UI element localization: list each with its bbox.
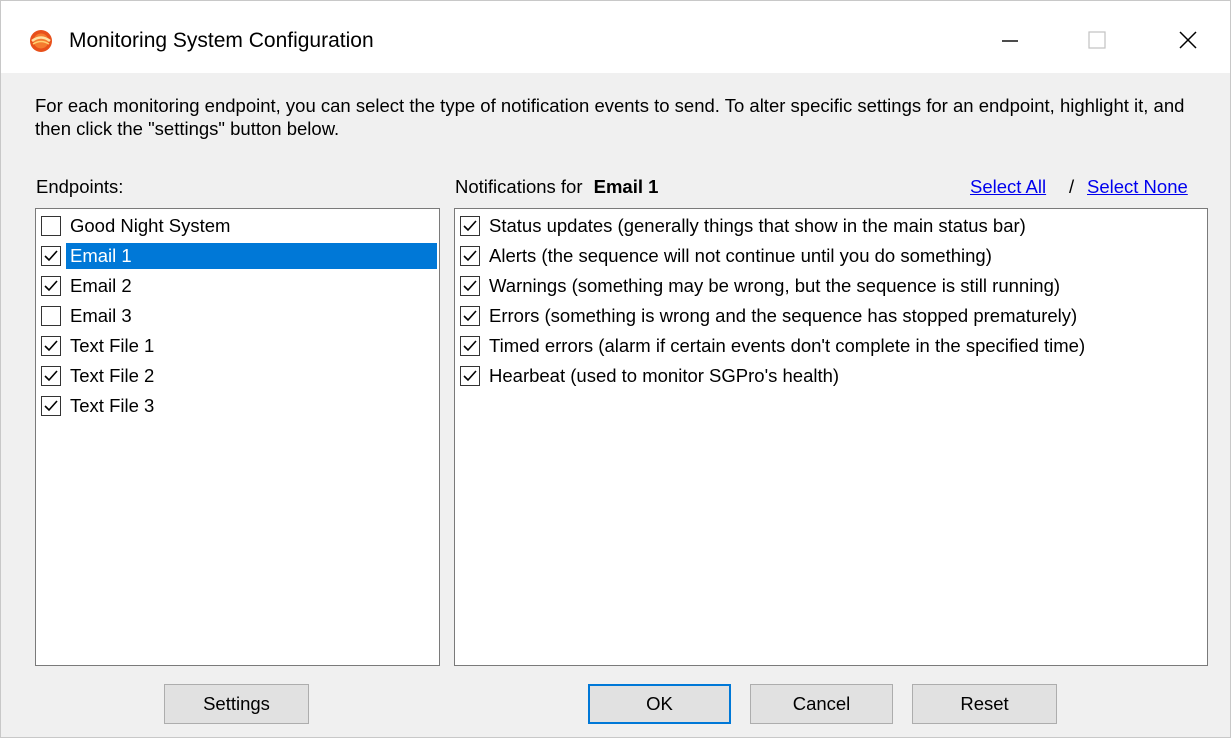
title-bar[interactable]: Monitoring System Configuration xyxy=(1,1,1230,73)
notification-checkbox[interactable] xyxy=(460,246,480,266)
checkmark-icon xyxy=(463,370,477,382)
endpoint-checkbox[interactable] xyxy=(41,246,61,266)
endpoint-label: Text File 3 xyxy=(70,395,155,416)
intro-text: For each monitoring endpoint, you can se… xyxy=(35,95,1185,139)
endpoint-checkbox[interactable] xyxy=(41,306,61,326)
endpoint-item[interactable]: Text File 1 xyxy=(37,331,154,361)
notification-label: Status updates (generally things that sh… xyxy=(489,215,1026,236)
notification-checkbox[interactable] xyxy=(460,306,480,326)
notification-item[interactable]: Hearbeat (used to monitor SGPro's health… xyxy=(456,361,839,391)
endpoint-item[interactable]: Text File 2 xyxy=(37,361,154,391)
notifications-heading: Notifications for Email 1 xyxy=(455,176,658,198)
notification-checkbox[interactable] xyxy=(460,276,480,296)
checkmark-icon xyxy=(44,400,58,412)
endpoints-label: Endpoints: xyxy=(36,176,124,197)
endpoint-item[interactable]: Email 3 xyxy=(37,301,132,331)
minimize-icon xyxy=(1002,40,1018,42)
minimize-button[interactable] xyxy=(987,17,1033,63)
endpoint-item[interactable]: Text File 3 xyxy=(37,391,154,421)
endpoint-checkbox[interactable] xyxy=(41,336,61,356)
endpoint-label: Email 1 xyxy=(66,243,437,269)
notification-label: Hearbeat (used to monitor SGPro's health… xyxy=(489,365,840,386)
notifications-prefix: Notifications for xyxy=(455,176,583,197)
window-title: Monitoring System Configuration xyxy=(69,29,374,52)
endpoint-item-selected[interactable]: Email 1 xyxy=(37,241,437,271)
notification-checkbox[interactable] xyxy=(460,366,480,386)
checkmark-icon xyxy=(463,250,477,262)
notification-label: Errors (something is wrong and the seque… xyxy=(489,305,1078,326)
notification-checkbox[interactable] xyxy=(460,216,480,236)
notification-item[interactable]: Timed errors (alarm if certain events do… xyxy=(456,331,1085,361)
endpoint-label: Email 3 xyxy=(70,305,132,326)
endpoint-item[interactable]: Good Night System xyxy=(37,211,230,241)
settings-button[interactable]: Settings xyxy=(164,684,309,724)
endpoint-checkbox[interactable] xyxy=(41,396,61,416)
checkmark-icon xyxy=(44,340,58,352)
endpoint-label: Text File 1 xyxy=(70,335,155,356)
close-icon xyxy=(1179,31,1197,49)
maximize-button[interactable] xyxy=(1074,17,1120,63)
endpoint-label: Text File 2 xyxy=(70,365,155,386)
notification-label: Timed errors (alarm if certain events do… xyxy=(489,335,1086,356)
ok-button[interactable]: OK xyxy=(588,684,731,724)
close-button[interactable] xyxy=(1165,17,1211,63)
checkmark-icon xyxy=(463,280,477,292)
notification-item[interactable]: Status updates (generally things that sh… xyxy=(456,211,1026,241)
endpoint-checkbox[interactable] xyxy=(41,216,61,236)
notification-checkbox[interactable] xyxy=(460,336,480,356)
select-none-link[interactable]: Select None xyxy=(1087,176,1188,198)
notifications-listbox[interactable]: Status updates (generally things that sh… xyxy=(454,208,1208,666)
link-separator: / xyxy=(1069,176,1075,197)
cancel-button[interactable]: Cancel xyxy=(750,684,893,724)
checkmark-icon xyxy=(463,310,477,322)
reset-button[interactable]: Reset xyxy=(912,684,1057,724)
maximize-icon xyxy=(1088,31,1106,49)
endpoint-checkbox[interactable] xyxy=(41,276,61,296)
app-logo-icon xyxy=(30,30,52,52)
endpoint-label: Email 2 xyxy=(70,275,132,296)
notification-item[interactable]: Warnings (something may be wrong, but th… xyxy=(456,271,1060,301)
notifications-endpoint-name: Email 1 xyxy=(593,176,659,197)
dialog-window: Monitoring System Configuration For each… xyxy=(0,0,1231,738)
select-all-link[interactable]: Select All xyxy=(970,176,1046,198)
notification-label: Alerts (the sequence will not continue u… xyxy=(489,245,992,266)
notification-item[interactable]: Errors (something is wrong and the seque… xyxy=(456,301,1077,331)
endpoint-item[interactable]: Email 2 xyxy=(37,271,132,301)
notification-label: Warnings (something may be wrong, but th… xyxy=(489,275,1061,296)
checkmark-icon xyxy=(463,340,477,352)
endpoint-checkbox[interactable] xyxy=(41,366,61,386)
checkmark-icon xyxy=(44,250,58,262)
endpoints-listbox[interactable]: Good Night System Email 1 Email 2 Email … xyxy=(35,208,440,666)
checkmark-icon xyxy=(44,280,58,292)
checkmark-icon xyxy=(463,220,477,232)
notification-item[interactable]: Alerts (the sequence will not continue u… xyxy=(456,241,992,271)
endpoint-label: Good Night System xyxy=(70,215,231,236)
checkmark-icon xyxy=(44,370,58,382)
